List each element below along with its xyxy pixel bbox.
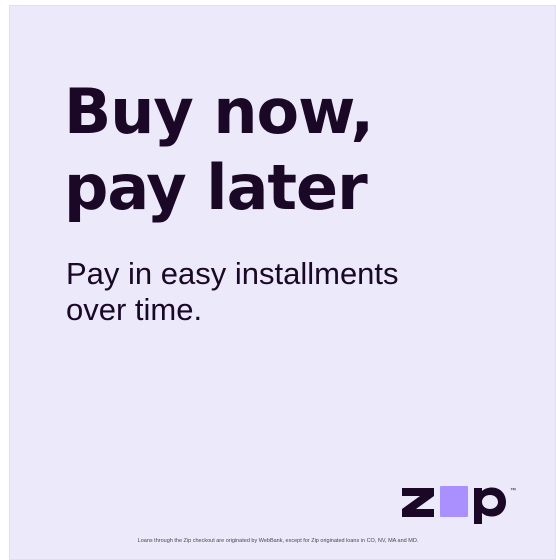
zip-logo-trademark: ™: [510, 487, 516, 494]
headline: Buy now, pay later: [64, 74, 374, 226]
legal-disclaimer: Loans through the Zip checkout are origi…: [137, 538, 419, 544]
zip-logo-graphic: ™: [402, 486, 516, 524]
headline-line-2: pay later: [64, 151, 368, 224]
subheadline: Pay in easy installments over time.: [66, 256, 399, 328]
zip-logo: ™: [398, 476, 528, 526]
subheadline-line-1: Pay in easy installments: [66, 256, 399, 291]
subheadline-line-2: over time.: [66, 292, 203, 327]
zip-logo-square: [440, 486, 468, 517]
headline-line-1: Buy now,: [64, 75, 374, 148]
zip-logo-p: [474, 487, 506, 524]
page: Buy now, pay later Pay in easy installme…: [0, 0, 556, 560]
zip-logo-z: [402, 488, 434, 517]
